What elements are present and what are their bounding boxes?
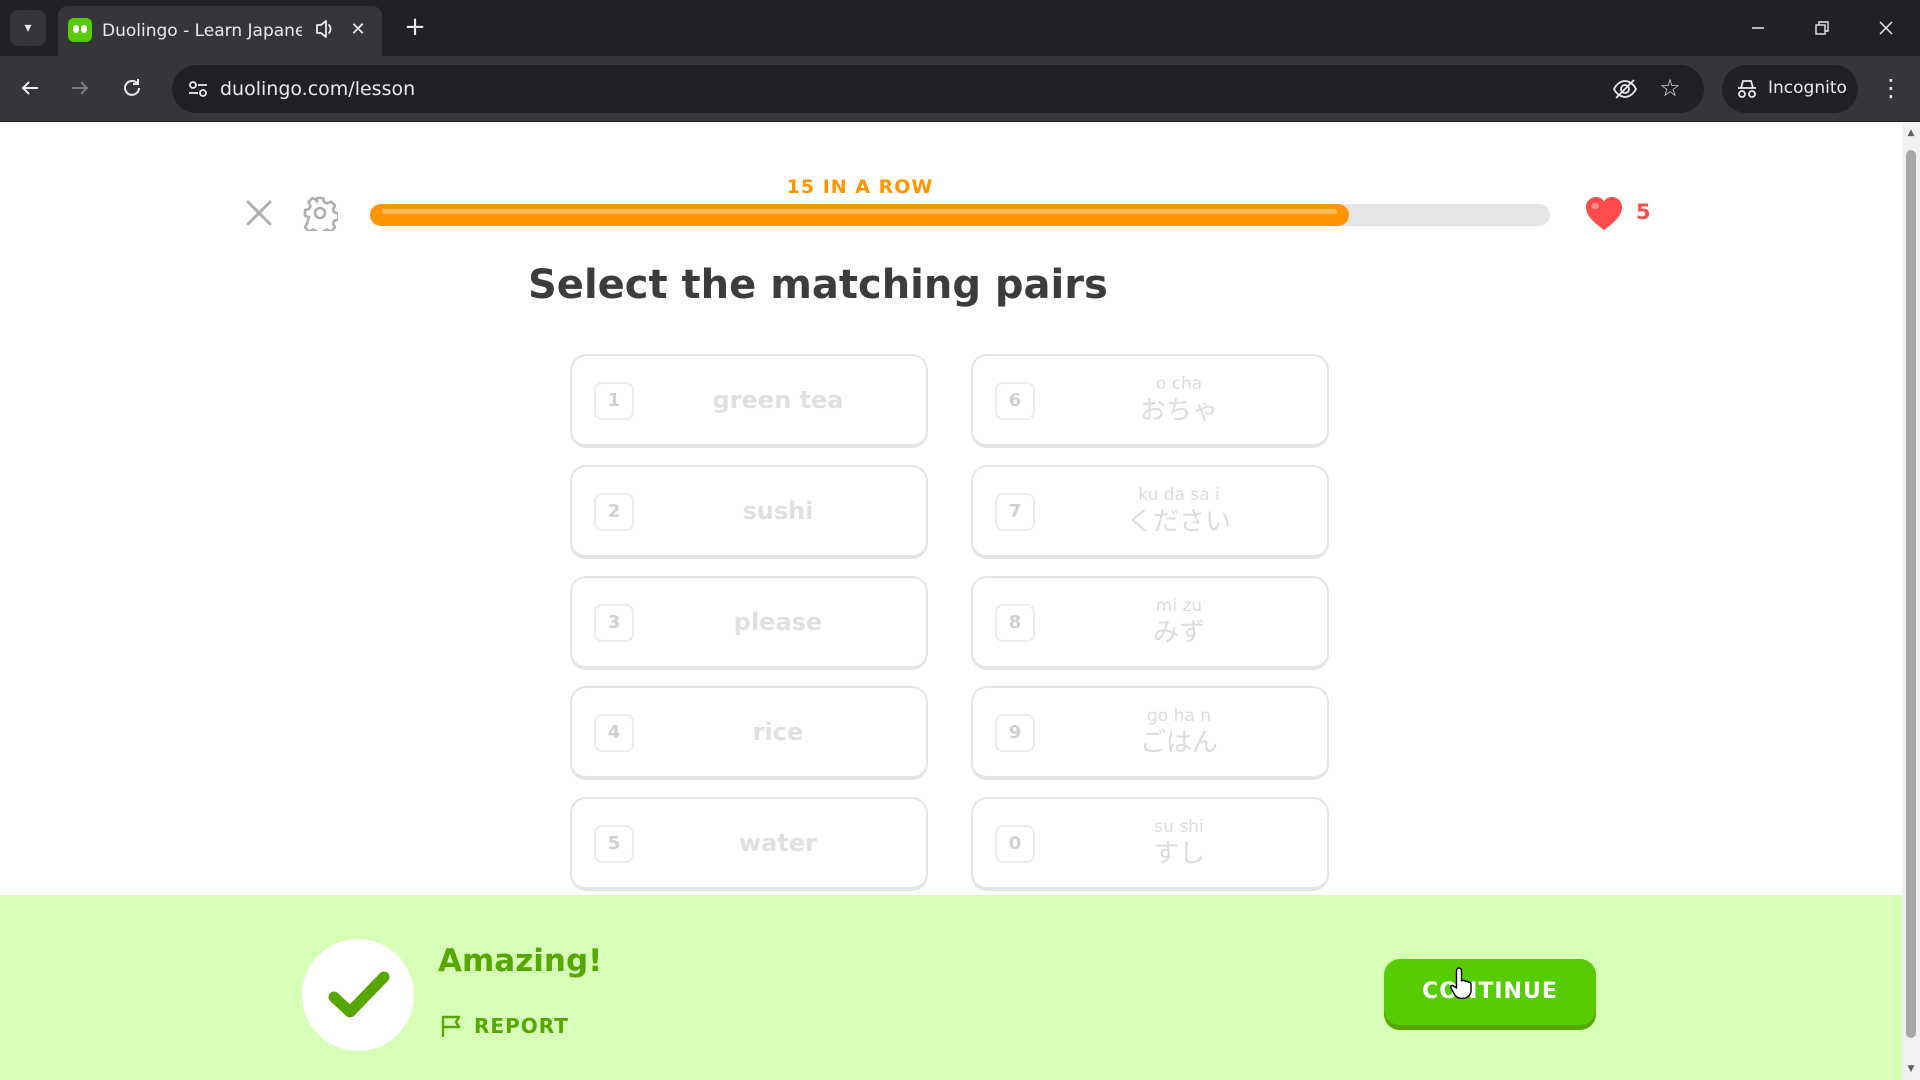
restore-button[interactable]: [1802, 8, 1842, 48]
pair-card-right-9[interactable]: 9 go ha n ごはん: [971, 686, 1329, 780]
incognito-label: Incognito: [1768, 78, 1847, 98]
pair-number: 1: [594, 382, 634, 420]
eye-off-icon[interactable]: [1612, 76, 1638, 102]
pair-text: water: [739, 829, 817, 857]
pair-card-right-6[interactable]: 6 o cha おちゃ: [971, 354, 1329, 448]
reload-icon: [124, 79, 140, 96]
tab-search-button[interactable]: ▾: [10, 10, 46, 46]
forward-button[interactable]: [62, 70, 98, 106]
arrow-left-icon: [21, 81, 38, 95]
tab-close-icon[interactable]: ✕: [348, 20, 368, 40]
pair-text: green tea: [712, 386, 844, 414]
pair-number: 8: [995, 604, 1035, 642]
pair-number: 4: [594, 714, 634, 752]
report-label: REPORT: [474, 1014, 569, 1038]
pair-number: 2: [594, 493, 634, 531]
browser-tab-bar: ▾ Duolingo - Learn Japanese ✕ +: [0, 0, 1920, 56]
pair-card-left-3[interactable]: 3 please: [570, 576, 928, 670]
pair-number: 3: [594, 604, 634, 642]
minimize-icon: [1752, 27, 1764, 29]
page-scrollbar[interactable]: ▲ ▼: [1902, 122, 1920, 1080]
pair-card-left-2[interactable]: 2 sushi: [570, 465, 928, 559]
pair-text: please: [733, 608, 823, 636]
chevron-down-icon: ▾: [24, 20, 32, 36]
arrow-right-icon: [72, 81, 89, 95]
pair-kana: みず: [1152, 618, 1205, 648]
new-tab-button[interactable]: +: [398, 10, 432, 44]
pair-number: 9: [995, 714, 1035, 752]
close-icon: [1879, 21, 1893, 35]
pair-card-right-8[interactable]: 8 mi zu みず: [971, 576, 1329, 670]
pair-kana: ごはん: [1139, 728, 1218, 758]
lesson-progress-fill: [370, 204, 1350, 226]
feedback-panel: Amazing! REPORT CONTINUE: [0, 895, 1902, 1080]
pair-card-right-7[interactable]: 7 ku da sa i ください: [971, 465, 1329, 559]
feedback-title: Amazing!: [438, 943, 603, 979]
checkmark-icon: [328, 971, 390, 1018]
browser-tab-active[interactable]: Duolingo - Learn Japanese ✕: [58, 6, 382, 56]
pair-text: sushi: [742, 497, 814, 525]
pair-text: rice: [752, 718, 804, 746]
page-title: Select the matching pairs: [528, 262, 1108, 308]
browser-toolbar: duolingo.com/lesson ☆ Incognito ⋮: [0, 56, 1920, 122]
tab-title: Duolingo - Learn Japanese: [102, 21, 302, 41]
lesson-progress-bar: [370, 204, 1550, 226]
pair-card-left-1[interactable]: 1 green tea: [570, 354, 928, 448]
pair-kana: すし: [1152, 839, 1205, 869]
success-badge: [302, 939, 414, 1051]
pair-romaji: o cha: [1155, 374, 1203, 394]
incognito-profile-button[interactable]: Incognito: [1722, 65, 1858, 113]
incognito-icon: [1738, 80, 1756, 98]
minimize-button[interactable]: [1738, 8, 1778, 48]
reload-button[interactable]: [114, 70, 150, 106]
scroll-down-icon[interactable]: ▼: [1906, 1064, 1916, 1074]
continue-button[interactable]: CONTINUE: [1384, 959, 1596, 1025]
back-button[interactable]: [12, 70, 48, 106]
close-icon[interactable]: [244, 198, 274, 228]
pair-card-right-0[interactable]: 0 su shi すし: [971, 797, 1329, 891]
pair-card-left-4[interactable]: 4 rice: [570, 686, 928, 780]
pair-kana: おちゃ: [1139, 396, 1218, 426]
pair-number: 5: [594, 825, 634, 863]
site-settings-icon[interactable]: [186, 77, 210, 101]
lesson-page: 15 IN A ROW 5 Select the matching pairs …: [0, 122, 1902, 1080]
speaker-icon[interactable]: [314, 16, 336, 42]
duolingo-favicon-icon: [68, 18, 92, 42]
flag-icon: [441, 1015, 461, 1037]
hand-pointer-icon: [1450, 967, 1472, 999]
window-close-button[interactable]: [1866, 8, 1906, 48]
pair-number: 0: [995, 825, 1035, 863]
pair-romaji: ku da sa i: [1138, 485, 1220, 505]
hearts-count: 5: [1636, 200, 1651, 224]
scroll-thumb[interactable]: [1906, 150, 1916, 1038]
pair-number: 7: [995, 493, 1035, 531]
streak-label: 15 IN A ROW: [786, 176, 934, 198]
bookmark-star-icon[interactable]: ☆: [1656, 74, 1684, 102]
address-bar[interactable]: duolingo.com/lesson ☆: [172, 65, 1704, 113]
heart-icon: [1586, 197, 1622, 230]
url-text[interactable]: duolingo.com/lesson: [220, 78, 415, 100]
pair-romaji: mi zu: [1155, 596, 1203, 616]
browser-menu-button[interactable]: ⋮: [1876, 70, 1906, 106]
pair-romaji: su shi: [1154, 817, 1204, 837]
restore-icon: [1815, 21, 1829, 35]
pair-kana: ください: [1126, 507, 1231, 537]
pair-card-left-5[interactable]: 5 water: [570, 797, 928, 891]
pair-romaji: go ha n: [1147, 706, 1211, 726]
scroll-up-icon[interactable]: ▲: [1906, 128, 1916, 138]
more-vertical-icon: ⋮: [1879, 74, 1903, 102]
pair-number: 6: [995, 382, 1035, 420]
gear-icon[interactable]: [302, 195, 338, 231]
